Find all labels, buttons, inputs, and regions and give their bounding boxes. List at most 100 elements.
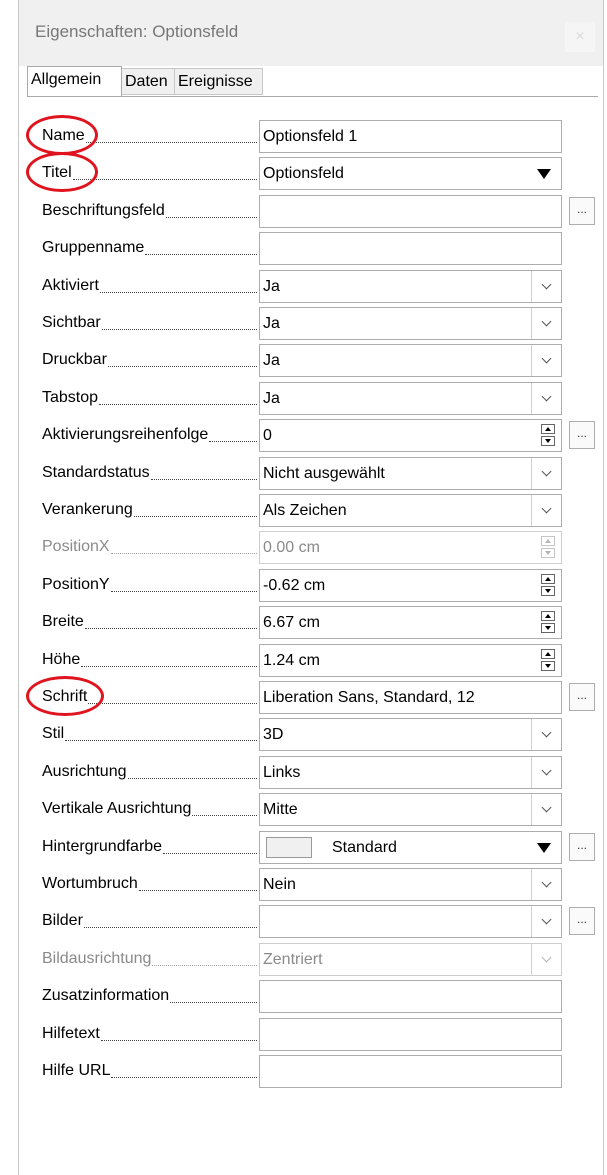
tabstop-dropdown[interactable]: Ja — [259, 382, 562, 415]
label-sichtbar: Sichtbar — [42, 314, 101, 331]
spin-up-icon[interactable] — [541, 649, 555, 659]
properties-panel: Name Optionsfeld 1 Titel Optionsfeld Beschri… — [26, 96, 598, 1175]
bildausrichtung-dropdown: Zentriert — [259, 943, 562, 976]
label-hoehe: Höhe — [42, 651, 81, 668]
aktivierungsreihenfolge-spinbox[interactable]: 0 — [259, 419, 562, 452]
spin-buttons[interactable] — [541, 649, 557, 672]
chevron-down-icon[interactable] — [531, 757, 561, 788]
spin-down-icon[interactable] — [541, 586, 555, 596]
name-input[interactable]: Optionsfeld 1 — [259, 120, 562, 153]
hilfe-url-input[interactable] — [259, 1055, 562, 1088]
label-bilder: Bilder — [42, 912, 83, 929]
close-icon[interactable]: × — [565, 22, 595, 52]
field-value: 0.00 cm — [263, 539, 320, 556]
field-value: 3D — [263, 726, 284, 743]
wortumbruch-dropdown[interactable]: Nein — [259, 868, 562, 901]
schrift-input[interactable]: Liberation Sans, Standard, 12 — [259, 681, 562, 714]
leader-dots — [209, 441, 257, 442]
bilder-browse-button[interactable]: ... — [569, 907, 595, 935]
spin-down-icon[interactable] — [541, 436, 555, 446]
leader-dots — [152, 965, 257, 966]
label-beschriftungsfeld: Beschriftungsfeld — [42, 202, 165, 219]
hintergrundfarbe-color-picker[interactable]: Standard — [259, 831, 562, 864]
field-value: Optionsfeld — [263, 165, 344, 182]
chevron-down-icon[interactable] — [531, 495, 561, 526]
dropdown-triangle-icon[interactable] — [537, 169, 551, 179]
bilder-dropdown[interactable] — [259, 905, 562, 938]
aktivierungsreihenfolge-browse-button[interactable]: ... — [569, 421, 595, 449]
label-zusatzinformation: Zusatzinformation — [42, 987, 170, 1004]
spin-up-icon[interactable] — [541, 611, 555, 621]
field-value: Links — [263, 764, 301, 781]
chevron-down-icon[interactable] — [531, 794, 561, 825]
hoehe-spinbox[interactable]: 1.24 cm — [259, 644, 562, 677]
leader-dots — [102, 329, 257, 330]
label-gruppenname: Gruppenname — [42, 239, 145, 256]
spin-up-icon[interactable] — [541, 574, 555, 584]
positionx-spinbox: 0.00 cm — [259, 531, 562, 564]
label-bildausrichtung: Bildausrichtung — [42, 950, 152, 967]
field-value: -0.62 cm — [263, 577, 326, 594]
label-hintergrundfarbe: Hintergrundfarbe — [42, 838, 163, 855]
sichtbar-dropdown[interactable]: Ja — [259, 307, 562, 340]
zusatzinformation-input[interactable] — [259, 980, 562, 1013]
chevron-down-icon[interactable] — [531, 458, 561, 489]
label-stil: Stil — [42, 725, 65, 742]
leader-dots — [86, 142, 257, 143]
leader-dots — [108, 366, 257, 367]
field-value: Ja — [263, 315, 280, 332]
beschriftungsfeld-browse-button[interactable]: ... — [569, 197, 595, 225]
beschriftungsfeld-input[interactable] — [259, 195, 562, 228]
label-breite: Breite — [42, 613, 84, 630]
label-hilfetext: Hilfetext — [42, 1025, 100, 1042]
ausrichtung-dropdown[interactable]: Links — [259, 756, 562, 789]
chevron-down-icon[interactable] — [531, 308, 561, 339]
hilfetext-input[interactable] — [259, 1018, 562, 1051]
spin-down-icon[interactable] — [541, 661, 555, 671]
aktiviert-dropdown[interactable]: Ja — [259, 270, 562, 303]
gruppenname-input[interactable] — [259, 232, 562, 265]
chevron-down-icon[interactable] — [531, 906, 561, 937]
verankerung-dropdown[interactable]: Als Zeichen — [259, 494, 562, 527]
spin-up-icon[interactable] — [541, 424, 555, 434]
highlight-circle — [26, 676, 104, 716]
chevron-down-icon — [531, 944, 561, 975]
label-ausrichtung: Ausrichtung — [42, 763, 127, 780]
hintergrundfarbe-browse-button[interactable]: ... — [569, 833, 595, 861]
positiony-spinbox[interactable]: -0.62 cm — [259, 569, 562, 602]
label-vertikale-ausrichtung: Vertikale Ausrichtung — [42, 800, 192, 817]
highlight-circle — [26, 152, 98, 192]
tab-ereignisse[interactable]: Ereignisse — [175, 68, 263, 95]
chevron-down-icon[interactable] — [531, 869, 561, 900]
field-value: Nicht ausgewählt — [263, 465, 385, 482]
standardstatus-dropdown[interactable]: Nicht ausgewählt — [259, 457, 562, 490]
druckbar-dropdown[interactable]: Ja — [259, 344, 562, 377]
tab-allgemein[interactable]: Allgemein — [27, 66, 122, 96]
stil-dropdown[interactable]: 3D — [259, 718, 562, 751]
spin-buttons[interactable] — [541, 611, 557, 634]
field-value: Ja — [263, 390, 280, 407]
label-tabstop: Tabstop — [42, 389, 99, 406]
chevron-down-icon[interactable] — [531, 719, 561, 750]
label-aktiviert: Aktiviert — [42, 277, 99, 294]
chevron-down-icon[interactable] — [531, 345, 561, 376]
schrift-browse-button[interactable]: ... — [569, 683, 595, 711]
color-swatch — [266, 837, 312, 858]
spin-buttons[interactable] — [541, 424, 557, 447]
breite-spinbox[interactable]: 6.67 cm — [259, 606, 562, 639]
leader-dots — [192, 815, 257, 816]
chevron-down-icon[interactable] — [531, 271, 561, 302]
spin-down-icon[interactable] — [541, 623, 555, 633]
titel-dropdown[interactable]: Optionsfeld — [259, 157, 562, 190]
field-value: Nein — [263, 876, 296, 893]
field-value: Als Zeichen — [263, 502, 347, 519]
chevron-down-icon[interactable] — [531, 383, 561, 414]
spin-buttons[interactable] — [541, 574, 557, 597]
dropdown-triangle-icon[interactable] — [537, 843, 551, 853]
tab-daten[interactable]: Daten — [122, 68, 175, 95]
properties-dialog: Eigenschaften: Optionsfeld × Allgemein D… — [18, 0, 604, 1175]
label-hilfe-url: Hilfe URL — [42, 1062, 111, 1079]
field-value: Mitte — [263, 801, 298, 818]
vertikale-ausrichtung-dropdown[interactable]: Mitte — [259, 793, 562, 826]
leader-dots — [111, 591, 257, 592]
